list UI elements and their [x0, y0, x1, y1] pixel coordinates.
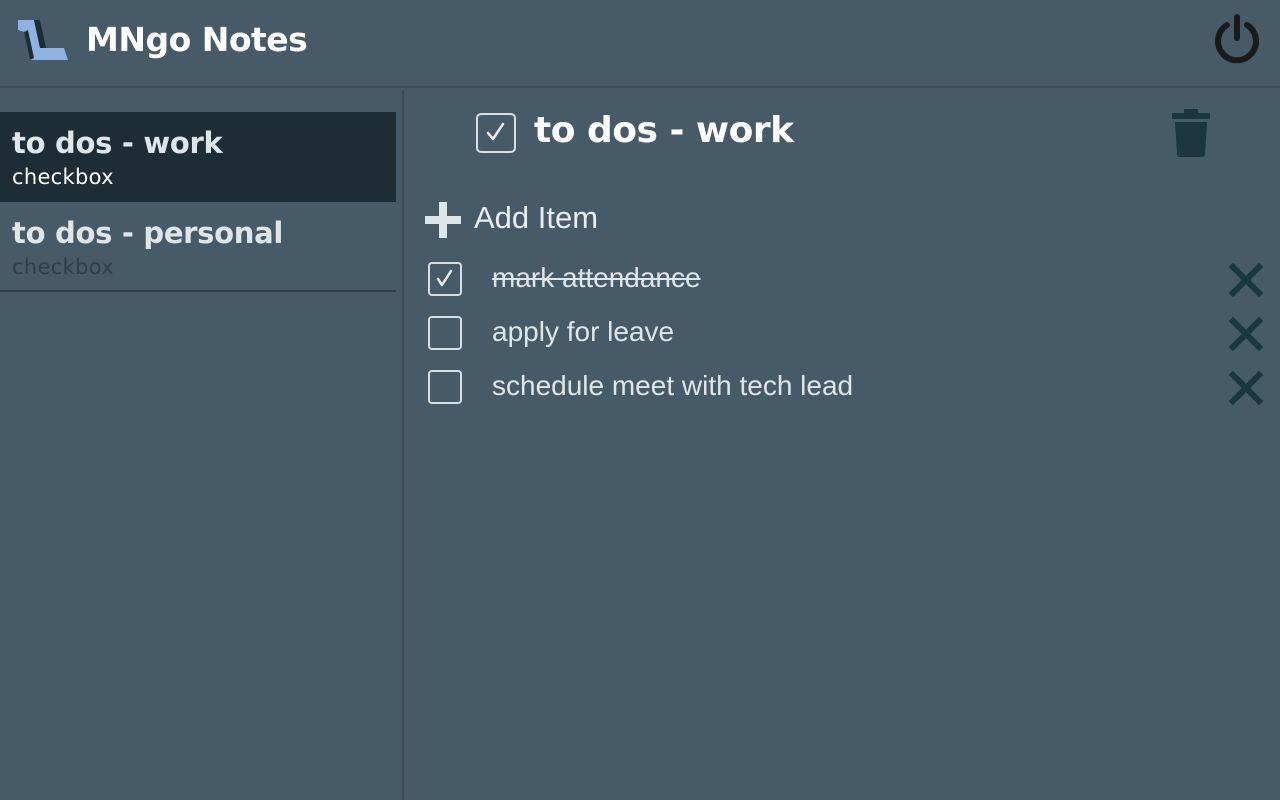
close-icon[interactable] [1228, 316, 1264, 352]
list-item: mark attendance [424, 258, 1264, 306]
note-type-checkbox[interactable] [476, 113, 516, 153]
add-item-label: Add Item [474, 200, 599, 235]
item-checkbox[interactable] [428, 262, 462, 296]
plus-icon [425, 202, 461, 238]
add-item-button[interactable]: Add Item [424, 198, 644, 240]
app-title: MNgo Notes [86, 20, 308, 59]
item-checkbox[interactable] [428, 370, 462, 404]
app-header: MNgo Notes [0, 0, 1280, 88]
sidebar-item-title: to dos - work [12, 126, 223, 160]
item-checkbox[interactable] [428, 316, 462, 350]
item-text[interactable]: apply for leave [492, 316, 674, 348]
sidebar-item-title: to dos - personal [12, 216, 284, 250]
sidebar-item-type: checkbox [12, 165, 114, 189]
power-icon[interactable] [1212, 14, 1262, 64]
trash-icon[interactable] [1170, 108, 1212, 158]
sidebar-item-personal[interactable]: to dos - personal checkbox [0, 202, 396, 292]
sidebar-item-work[interactable]: to dos - work checkbox [0, 112, 396, 202]
list-item: apply for leave [424, 312, 1264, 360]
close-icon[interactable] [1228, 262, 1264, 298]
close-icon[interactable] [1228, 370, 1264, 406]
note-title: to dos - work [534, 110, 794, 151]
notes-sidebar: to dos - work checkbox to dos - personal… [0, 90, 404, 800]
check-icon [436, 269, 453, 287]
item-text[interactable]: mark attendance [492, 262, 701, 294]
check-icon [486, 122, 505, 141]
list-item: schedule meet with tech lead [424, 366, 1264, 414]
item-text[interactable]: schedule meet with tech lead [492, 370, 853, 402]
sidebar-item-type: checkbox [12, 255, 114, 279]
logo-icon [18, 20, 68, 60]
